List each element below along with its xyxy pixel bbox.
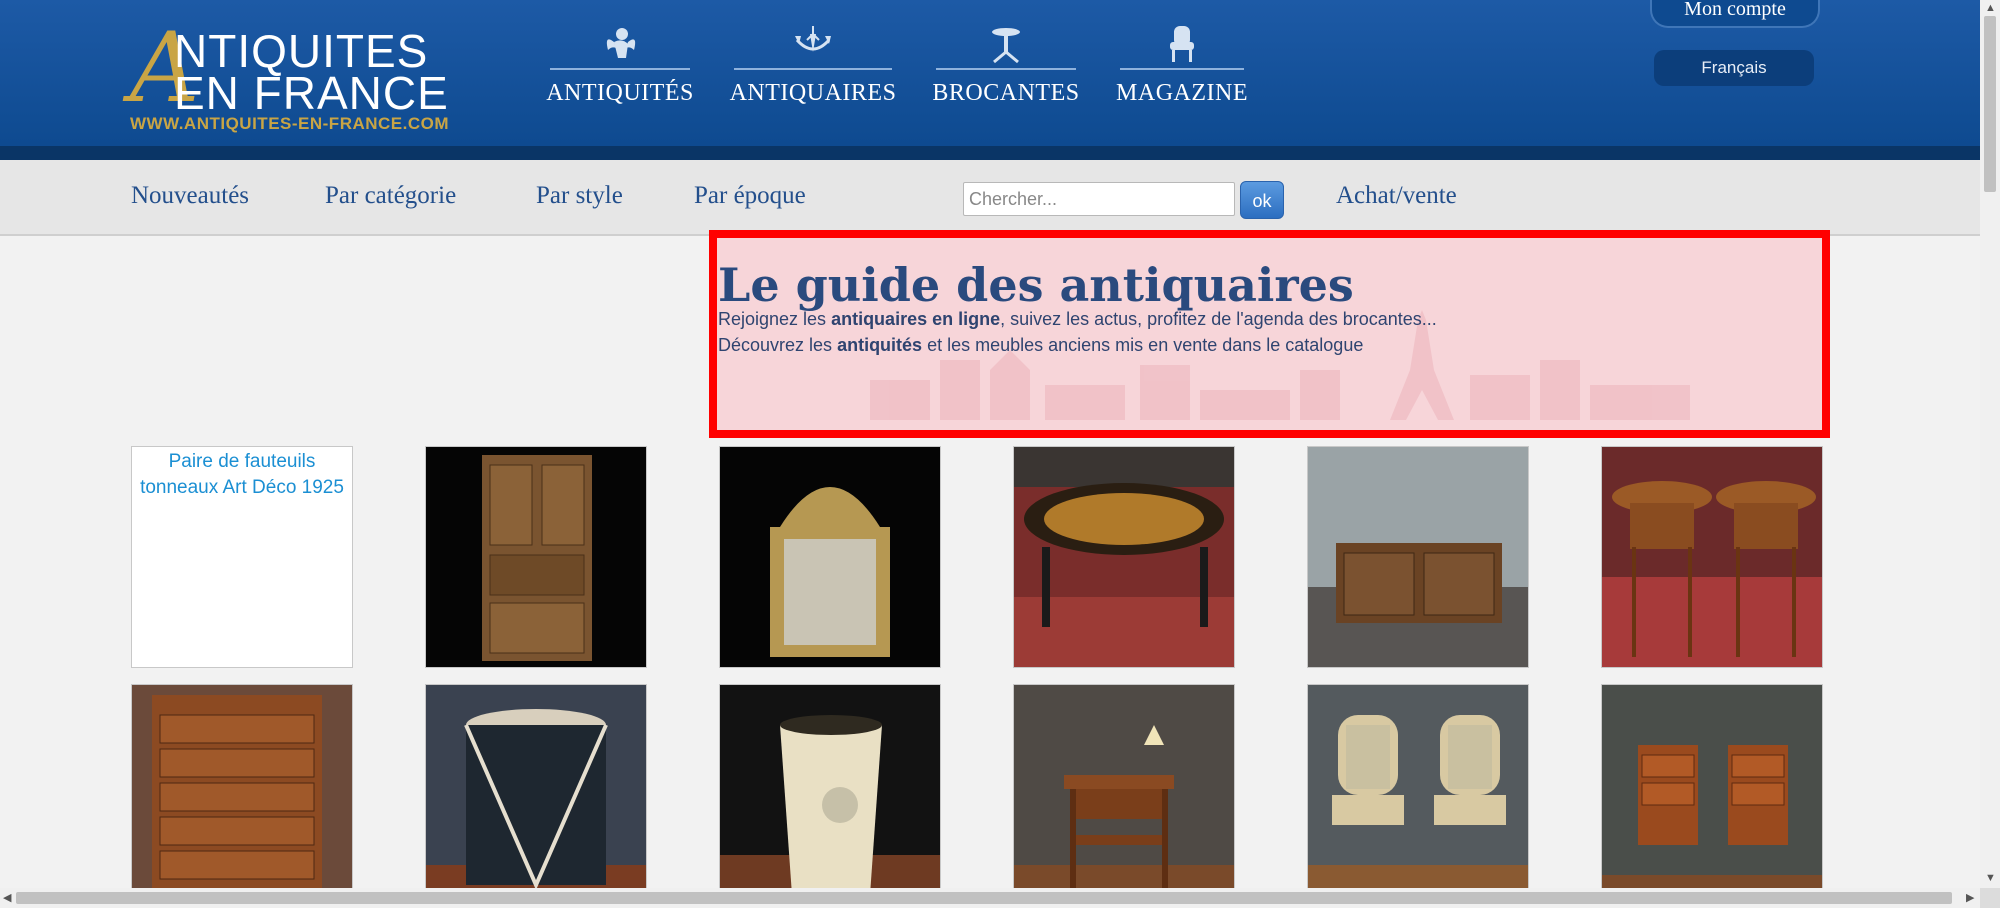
search-ok-button[interactable]: ok	[1240, 181, 1284, 219]
bedside-tables-photo	[1602, 685, 1822, 905]
guide-intro-line2: Découvrez les antiquités et les meubles …	[718, 335, 1363, 356]
bookcase-photo	[426, 447, 646, 667]
subnav-nouveautes[interactable]: Nouveautés	[131, 182, 249, 210]
guide-intro-line1: Rejoignez les antiquaires en ligne, suiv…	[718, 309, 1437, 330]
guide-line1-bold[interactable]: antiquaires en ligne	[831, 309, 1000, 329]
vertical-scrollbar[interactable]: ▲ ▼	[1980, 0, 2000, 888]
language-selector[interactable]: Français	[1654, 50, 1814, 86]
scroll-right-icon[interactable]: ▶	[1966, 891, 1974, 904]
nav-antiquaires[interactable]: ANTIQUAIRES	[730, 24, 896, 107]
wastebasket-photo	[720, 685, 940, 905]
nav-label: ANTIQUITÉS	[546, 80, 694, 106]
chandelier-icon	[795, 26, 831, 52]
subnav-par-categorie[interactable]: Par catégorie	[325, 182, 456, 210]
site-header: A NTIQUITES EN FRANCE WWW.ANTIQUITES-EN-…	[0, 0, 1980, 160]
nav-label: BROCANTES	[932, 80, 1080, 106]
secondary-nav: Nouveautés Par catégorie Par style Par é…	[0, 160, 1980, 236]
nav-brocantes[interactable]: BROCANTES	[932, 24, 1079, 107]
side-tables-photo	[1602, 447, 1822, 667]
product-tile[interactable]	[1013, 446, 1235, 668]
site-logo[interactable]: A NTIQUITES EN FRANCE WWW.ANTIQUITES-EN-…	[130, 20, 450, 134]
guide-line1-prefix: Rejoignez les	[718, 309, 832, 329]
product-tile[interactable]	[1601, 684, 1823, 906]
product-tile[interactable]: Paire de fauteuils tonneaux Art Déco 192…	[131, 446, 353, 668]
main-nav: ANTIQUITÉS ANTIQUAIRES BROCANTES MAGAZIN…	[546, 24, 1288, 107]
product-tile[interactable]	[719, 446, 941, 668]
guide-line2-bold[interactable]: antiquités	[837, 335, 922, 355]
writing-desk-photo	[1014, 685, 1234, 905]
logo-line2: EN FRANCE	[174, 67, 449, 119]
account-button[interactable]: Mon compte	[1650, 0, 1820, 28]
subnav-par-epoque[interactable]: Par époque	[694, 182, 806, 210]
search-input[interactable]	[963, 182, 1235, 216]
gilt-mirror-photo	[720, 447, 940, 667]
armchair-icon	[1170, 26, 1194, 62]
scrollbar-corner	[1980, 888, 2000, 908]
guide-line2-prefix: Découvrez les	[718, 335, 838, 355]
nav-rule	[734, 68, 892, 70]
horizontal-scrollbar[interactable]: ◀ ▶	[0, 888, 1980, 908]
nav-label: ANTIQUAIRES	[729, 80, 897, 106]
cherub-icon	[606, 28, 636, 58]
chest-of-drawers-photo	[132, 685, 352, 905]
guide-title: Le guide des antiquaires	[718, 258, 1354, 312]
nav-antiquites[interactable]: ANTIQUITÉS	[546, 24, 693, 107]
product-tile[interactable]	[425, 684, 647, 906]
gueridon-table-icon	[992, 28, 1020, 64]
product-tile[interactable]	[719, 684, 941, 906]
nav-rule	[1120, 68, 1244, 70]
guide-line1-suffix: , suivez les actus, profitez de l'agenda…	[1000, 309, 1437, 329]
drum-cabinet-photo	[426, 685, 646, 905]
product-tile[interactable]	[131, 684, 353, 906]
scroll-up-icon[interactable]: ▲	[1985, 2, 1996, 14]
product-tile[interactable]	[1013, 684, 1235, 906]
vertical-scroll-thumb[interactable]	[1984, 16, 1996, 192]
broken-image-alt-text[interactable]: Paire de fauteuils tonneaux Art Déco 192…	[132, 447, 352, 667]
product-tile[interactable]	[1307, 684, 1529, 906]
product-tile[interactable]	[1601, 446, 1823, 668]
subnav-par-style[interactable]: Par style	[536, 182, 623, 210]
nav-label: MAGAZINE	[1116, 80, 1248, 106]
scroll-down-icon[interactable]: ▼	[1985, 872, 1996, 884]
sideboard-photo	[1308, 447, 1528, 667]
horizontal-scroll-thumb[interactable]	[16, 892, 1952, 904]
scroll-left-icon[interactable]: ◀	[3, 891, 11, 904]
logo-url: WWW.ANTIQUITES-EN-FRANCE.COM	[130, 114, 450, 133]
nav-rule	[550, 68, 690, 70]
armchairs-photo	[1308, 685, 1528, 905]
product-tile[interactable]	[1307, 446, 1529, 668]
nav-magazine[interactable]: MAGAZINE	[1116, 24, 1248, 107]
product-tile[interactable]	[425, 446, 647, 668]
nav-rule	[936, 68, 1076, 70]
guide-line2-suffix: et les meubles anciens mis en vente dans…	[922, 335, 1364, 355]
marquetry-table-photo	[1014, 447, 1234, 667]
subnav-achat-vente[interactable]: Achat/vente	[1336, 182, 1457, 210]
